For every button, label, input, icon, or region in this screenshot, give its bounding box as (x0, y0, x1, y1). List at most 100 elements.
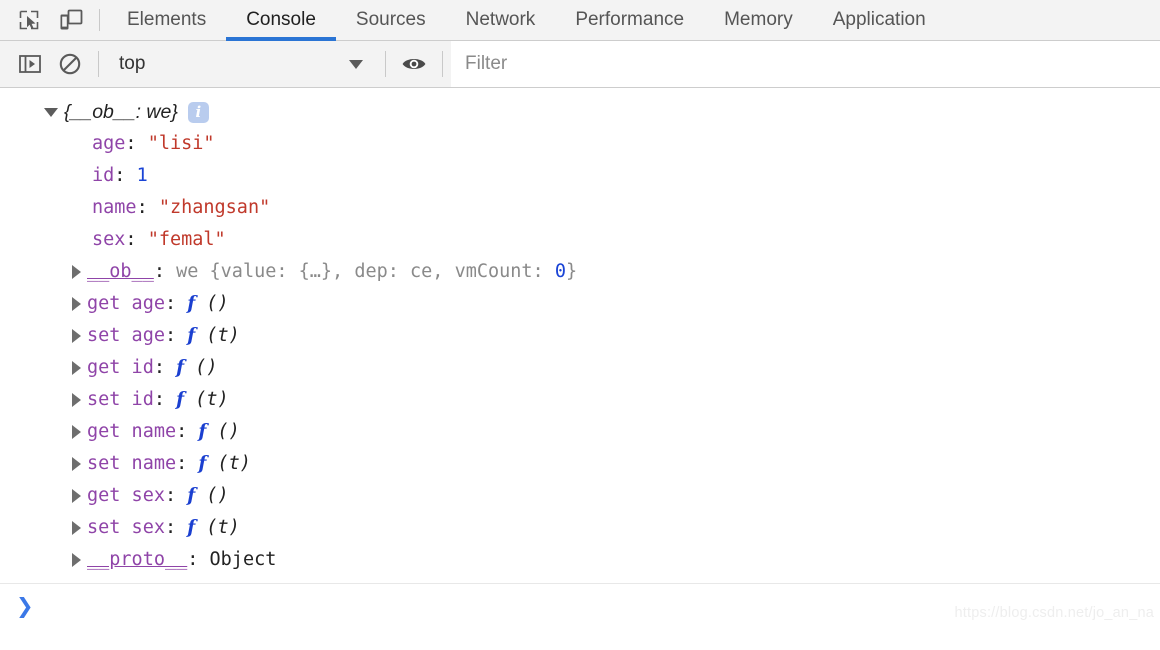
function-args (195, 320, 206, 352)
disclosure-triangle-closed-icon[interactable] (72, 489, 81, 503)
accessor-row-get-sex[interactable]: get sex : f () (0, 480, 1160, 512)
function-glyph: f (187, 293, 196, 314)
property-separator: : (153, 389, 177, 410)
filter-placeholder: Filter (465, 53, 508, 74)
property-separator: : (136, 197, 159, 218)
property-row-ob[interactable]: __ob__ : we {value: {…}, dep: ce, vmCoun… (0, 256, 1160, 288)
function-args-text: () (206, 485, 229, 506)
accessor-row-get-id[interactable]: get id : f () (0, 352, 1160, 384)
disclosure-triangle-closed-icon[interactable] (72, 361, 81, 375)
property-name: __ob__ (87, 261, 154, 282)
constructor-name: we (176, 261, 210, 282)
disclosure-triangle-closed-icon[interactable] (72, 553, 81, 567)
property-row-sex[interactable]: sex : "femal" (0, 224, 1160, 256)
tab-label: Application (832, 9, 926, 30)
toolbar-divider (99, 9, 100, 31)
live-expression-eye-icon[interactable] (394, 54, 434, 74)
object-preview-number: 0 (554, 261, 566, 282)
property-name: __proto__ (87, 549, 188, 570)
property-row-id[interactable]: id : 1 (0, 160, 1160, 192)
disclosure-triangle-closed-icon[interactable] (72, 425, 81, 439)
property-row-name[interactable]: name : "zhangsan" (0, 192, 1160, 224)
property-separator: : (164, 293, 188, 314)
function-args (184, 384, 195, 416)
tab-elements[interactable]: Elements (107, 0, 226, 40)
property-name: name (92, 197, 137, 218)
function-args (195, 480, 206, 512)
filter-input[interactable]: Filter (451, 41, 1160, 87)
toolbar-divider (98, 51, 99, 77)
accessor-name: set sex (87, 517, 165, 538)
property-separator: : (125, 133, 148, 154)
accessor-row-set-id[interactable]: set id : f (t) (0, 384, 1160, 416)
property-value: "femal" (147, 229, 226, 250)
function-args (206, 416, 217, 448)
property-row-proto[interactable]: __proto__ : Object (0, 544, 1160, 576)
devtools-tabstrip: Elements Console Sources Network Perform… (0, 0, 1160, 41)
tab-label: Network (465, 9, 536, 30)
object-preview-end: } (565, 261, 578, 282)
function-args-text: () (206, 293, 229, 314)
tab-console[interactable]: Console (226, 0, 336, 41)
accessor-name: set age (87, 325, 165, 346)
toolbar-divider (385, 51, 386, 77)
accessor-row-get-name[interactable]: get name : f () (0, 416, 1160, 448)
function-glyph: f (176, 357, 185, 378)
tab-sources[interactable]: Sources (336, 0, 446, 40)
watermark: https://blog.csdn.net/jo_an_na (954, 605, 1154, 621)
function-glyph: f (187, 485, 196, 506)
disclosure-triangle-closed-icon[interactable] (72, 393, 81, 407)
console-toolbar: top Filter (0, 41, 1160, 88)
disclosure-triangle-closed-icon[interactable] (72, 521, 81, 535)
inspect-cursor-icon[interactable] (8, 0, 50, 40)
accessor-row-get-age[interactable]: get age : f () (0, 288, 1160, 320)
accessor-name: get sex (87, 485, 165, 506)
property-separator: : (187, 549, 210, 570)
prompt-chevron-icon: ❯ (16, 594, 34, 618)
chevron-down-icon (349, 59, 363, 69)
info-badge-icon[interactable]: i (187, 101, 209, 123)
property-separator: : (164, 325, 188, 346)
console-sidebar-icon[interactable] (10, 53, 50, 75)
object-preview-start: {value: {…}, dep: ce, vmCount: (209, 261, 555, 282)
function-glyph: f (198, 421, 207, 442)
property-separator: : (125, 229, 148, 250)
object-header-row[interactable]: {__ob__: we} i (0, 96, 1160, 128)
console-output-area[interactable]: {__ob__: we} i age : "lisi" id : 1 name … (0, 88, 1160, 627)
tab-label: Performance (575, 9, 685, 30)
function-args-text: (t) (195, 389, 229, 410)
tab-performance[interactable]: Performance (555, 0, 704, 40)
device-toolbar-icon[interactable] (50, 0, 92, 40)
tab-memory[interactable]: Memory (704, 0, 813, 40)
disclosure-triangle-closed-icon[interactable] (72, 457, 81, 471)
clear-console-icon[interactable] (50, 52, 90, 76)
disclosure-triangle-closed-icon[interactable] (72, 329, 81, 343)
execution-context-selector[interactable]: top (107, 41, 377, 87)
property-value: "zhangsan" (158, 197, 271, 218)
disclosure-triangle-closed-icon[interactable] (72, 265, 81, 279)
function-args-text: () (195, 357, 218, 378)
accessor-row-set-name[interactable]: set name : f (t) (0, 448, 1160, 480)
tab-label: Memory (724, 9, 793, 30)
disclosure-triangle-open-icon[interactable] (44, 107, 58, 117)
property-row-age[interactable]: age : "lisi" (0, 128, 1160, 160)
accessor-row-set-sex[interactable]: set sex : f (t) (0, 512, 1160, 544)
property-separator: : (153, 261, 177, 282)
accessor-name: get name (87, 421, 177, 442)
tab-application[interactable]: Application (813, 0, 946, 40)
property-separator: : (176, 421, 199, 442)
accessor-name: get id (87, 357, 154, 378)
accessor-row-set-age[interactable]: set age : f (t) (0, 320, 1160, 352)
function-args-text: (t) (206, 517, 240, 538)
accessor-name: set name (87, 453, 177, 474)
object-header-label: {__ob__: we} (64, 101, 178, 123)
disclosure-triangle-closed-icon[interactable] (72, 297, 81, 311)
function-glyph: f (176, 389, 185, 410)
property-separator: : (114, 165, 137, 186)
property-separator: : (164, 517, 188, 538)
tab-network[interactable]: Network (446, 0, 556, 40)
property-value: Object (209, 549, 277, 570)
console-message-group: {__ob__: we} i age : "lisi" id : 1 name … (0, 88, 1160, 576)
tab-label: Console (246, 9, 316, 30)
property-separator: : (153, 357, 177, 378)
